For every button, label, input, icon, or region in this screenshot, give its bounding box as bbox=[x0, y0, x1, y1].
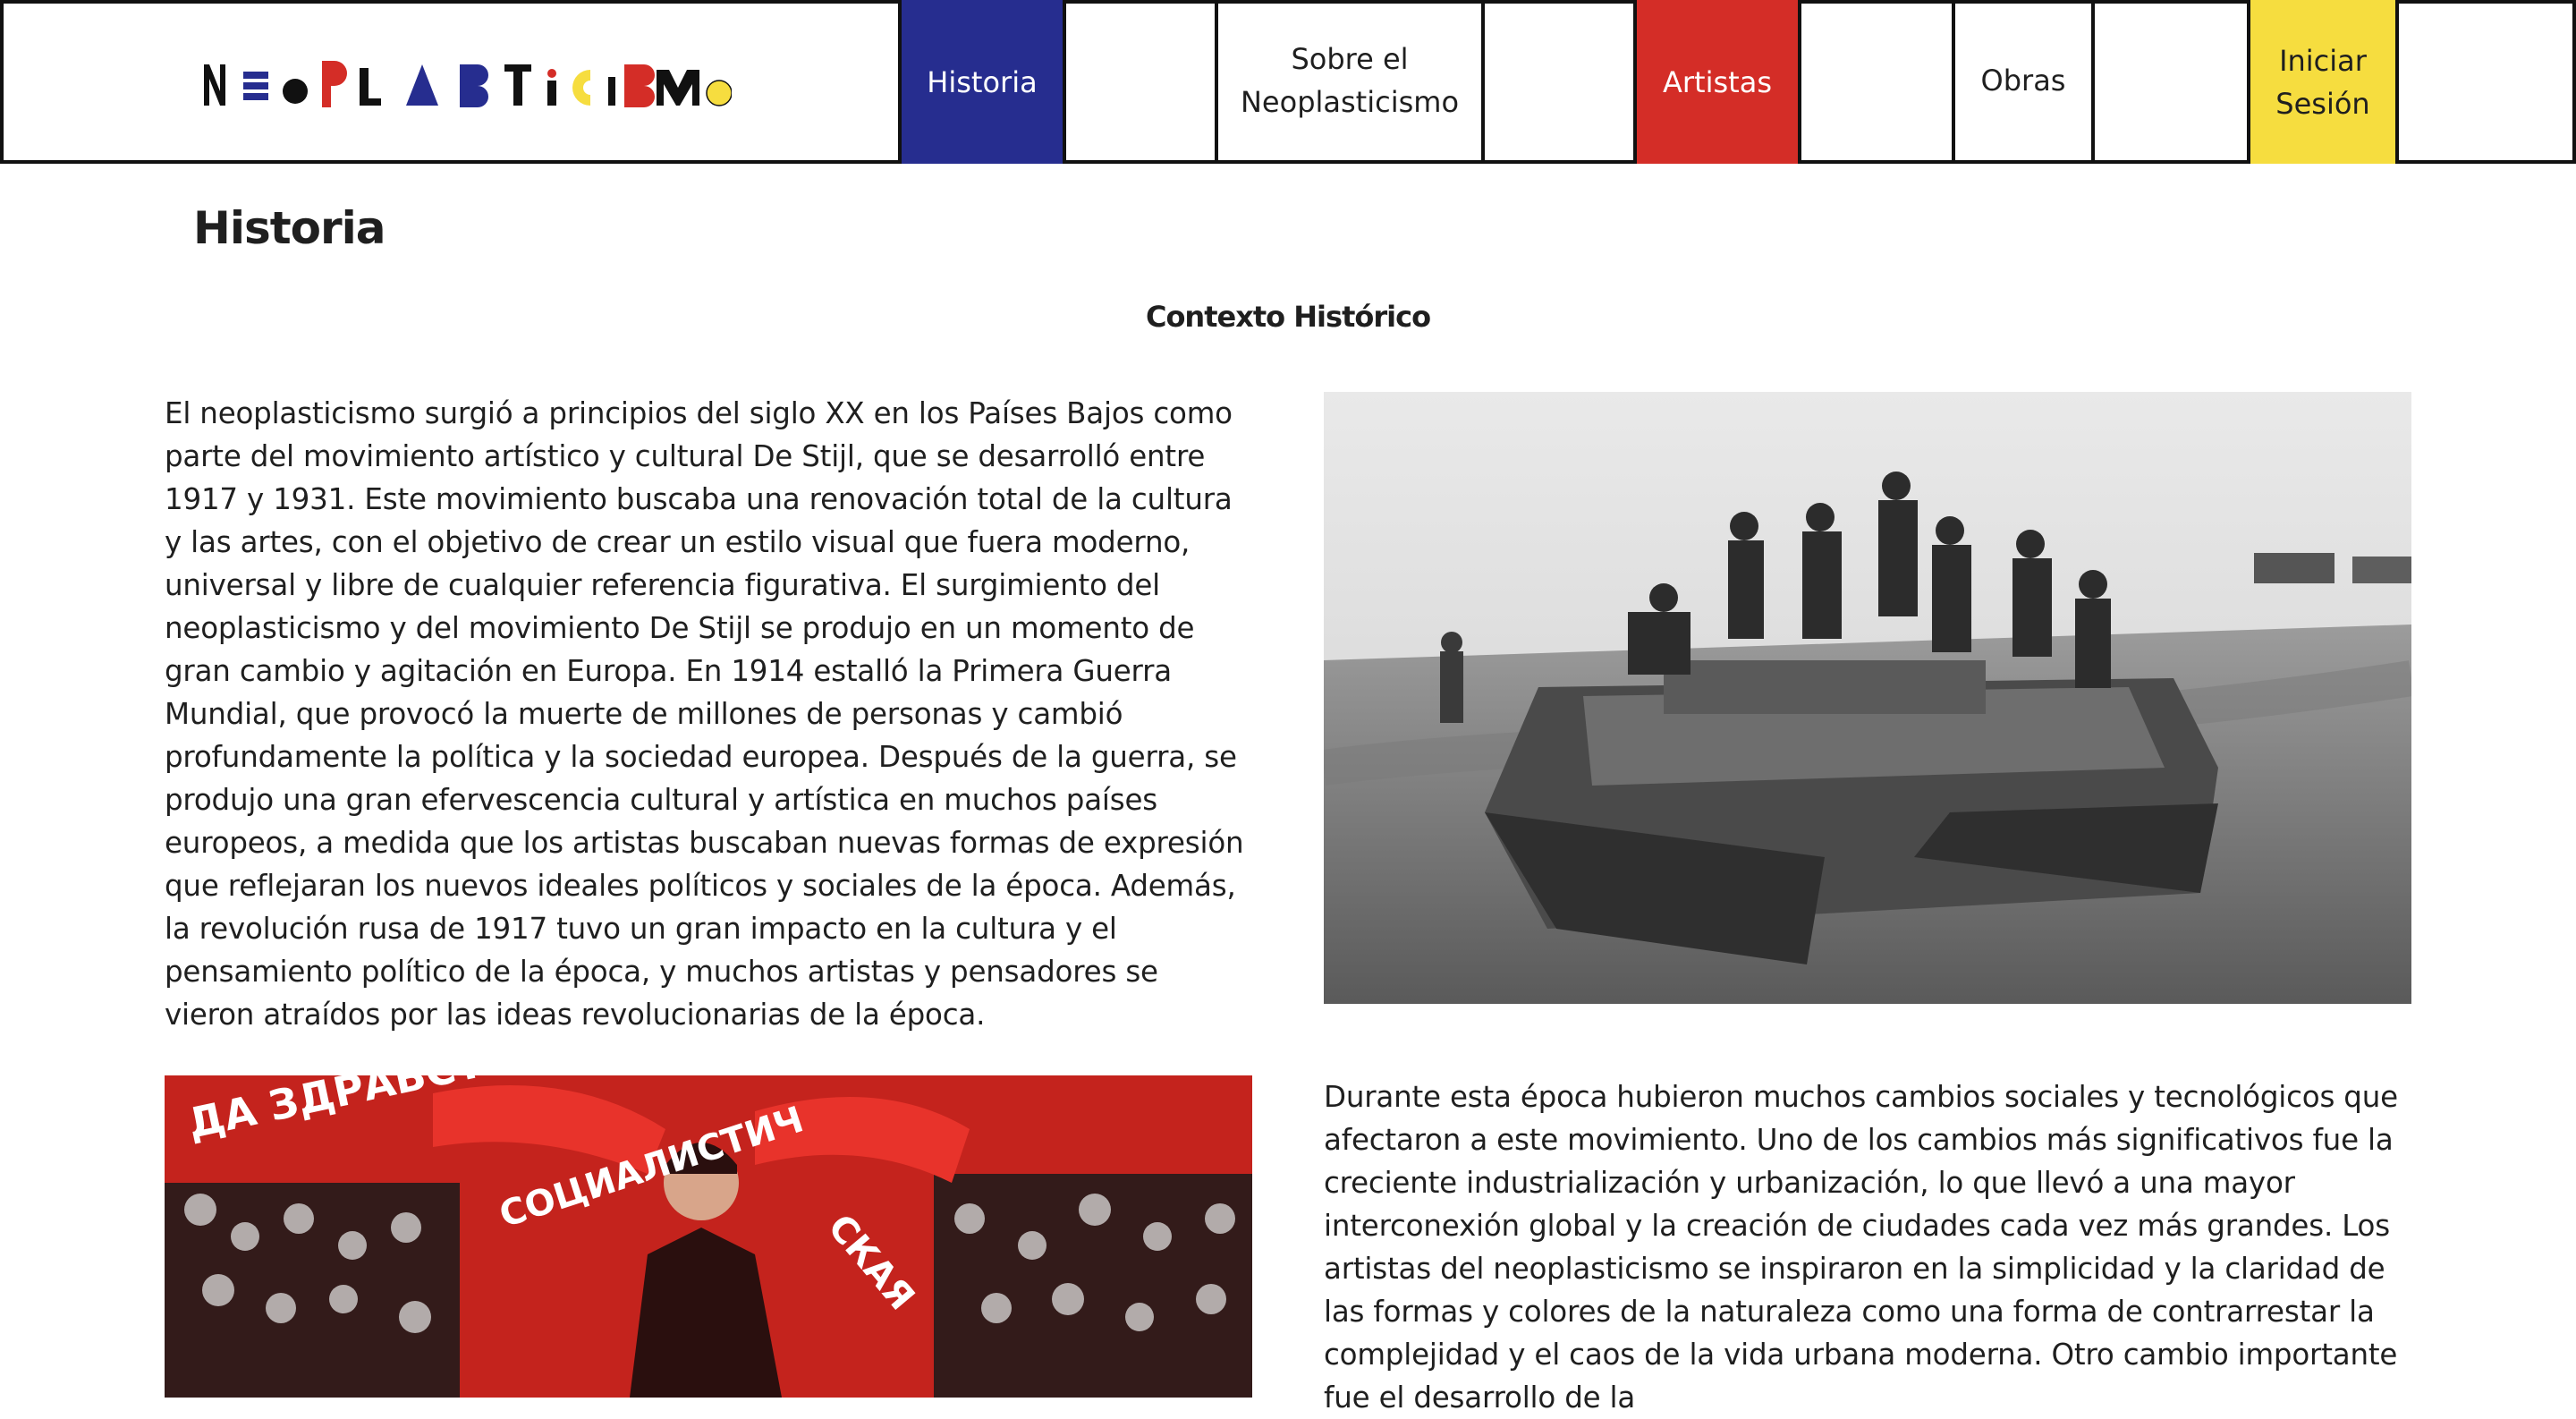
nav-item-historia[interactable]: Historia bbox=[898, 0, 1066, 164]
nav-item-label: Sobre el Neoplasticismo bbox=[1240, 41, 1460, 119]
russian-revolution-poster: ДА ЗДРАВСТВУЕТ СОЦИАЛИСТИЧ СКАЯ bbox=[165, 1075, 1252, 1398]
historical-context-paragraph-1: El neoplasticismo surgió a principios de… bbox=[165, 396, 1244, 1032]
page-title: Historia bbox=[193, 202, 386, 254]
neoplasticismo-logo[interactable] bbox=[204, 55, 733, 113]
section-title: Contexto Histórico bbox=[1145, 300, 1431, 334]
nav-item-label: Iniciar Sesión bbox=[2275, 43, 2370, 121]
historical-context-paragraph-2: Durante esta época hubieron muchos cambi… bbox=[1324, 1080, 2398, 1415]
nav-spacer-2 bbox=[1481, 0, 1637, 164]
nav-item-label: Artistas bbox=[1663, 64, 1772, 99]
nav-item-sobre[interactable]: Sobre el Neoplasticismo bbox=[1215, 0, 1485, 164]
nav-item-artistas[interactable]: Artistas bbox=[1633, 0, 1801, 164]
site-header: Historia Sobre el Neoplasticismo Artista… bbox=[0, 0, 2576, 164]
nav-item-label: Obras bbox=[1980, 63, 2066, 98]
ww1-tank-photo bbox=[1324, 392, 2411, 1004]
nav-spacer-3 bbox=[1798, 0, 1955, 164]
nav-spacer-4 bbox=[2091, 0, 2250, 164]
nav-item-iniciar-sesion[interactable]: Iniciar Sesión bbox=[2247, 0, 2399, 164]
nav-item-label: Historia bbox=[927, 64, 1038, 99]
logo-wordmark-icon bbox=[204, 61, 733, 107]
nav-item-obras[interactable]: Obras bbox=[1952, 0, 2095, 164]
nav-spacer-1 bbox=[1063, 0, 1218, 164]
